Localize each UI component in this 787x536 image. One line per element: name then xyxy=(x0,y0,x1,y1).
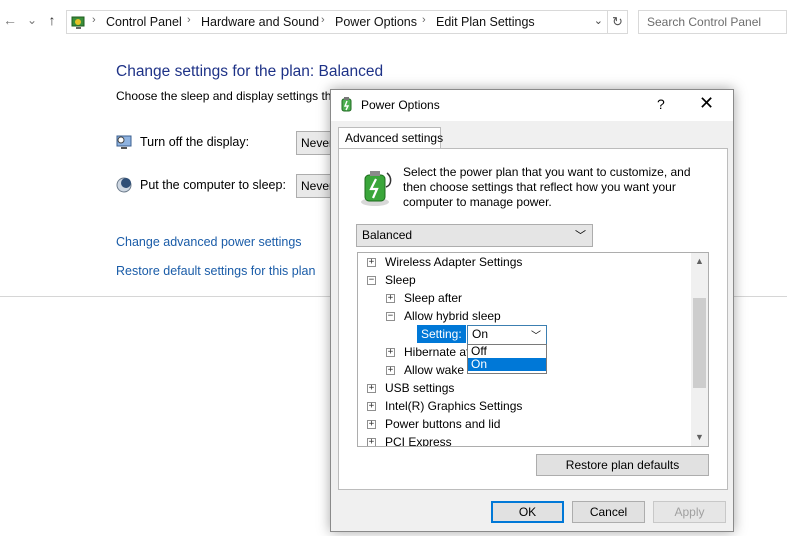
tree-item-usb-settings[interactable]: + USB settings xyxy=(367,379,454,397)
breadcrumb-separator-icon: › xyxy=(92,14,96,26)
expand-plus-icon[interactable]: + xyxy=(367,402,376,412)
breadcrumb-hardware-and-sound[interactable]: Hardware and Sound xyxy=(201,15,319,29)
scroll-up-arrow-icon[interactable]: ▲ xyxy=(691,253,708,270)
breadcrumb-power-options[interactable]: Power Options xyxy=(335,15,417,29)
power-plan-value: Balanced xyxy=(362,228,413,242)
address-bar-region: ← ⌄ ↑ › Control Panel › Hardware and Sou… xyxy=(0,0,787,44)
page-description: Choose the sleep and display settings th… xyxy=(116,89,339,103)
expand-plus-icon[interactable]: + xyxy=(386,366,395,376)
breadcrumb-separator-icon: › xyxy=(321,14,325,26)
address-box[interactable]: › Control Panel › Hardware and Sound › P… xyxy=(66,10,608,34)
tab-advanced-settings[interactable]: Advanced settings xyxy=(338,127,443,149)
breadcrumb-separator-icon: › xyxy=(422,14,426,26)
page-title: Change settings for the plan: Balanced xyxy=(116,63,384,80)
option-on[interactable]: On xyxy=(468,358,546,371)
setting-options-list[interactable]: Off On xyxy=(467,344,547,374)
cancel-button[interactable]: Cancel xyxy=(572,501,645,523)
chevron-down-icon: ﹀ xyxy=(575,230,586,242)
recent-locations-chevron-icon[interactable]: ⌄ xyxy=(24,10,40,30)
tree-item-label: Allow wake xyxy=(404,363,465,377)
tree-item-wireless-adapter-settings[interactable]: + Wireless Adapter Settings xyxy=(367,253,522,271)
ok-button[interactable]: OK xyxy=(491,501,564,523)
chevron-down-icon: ﹀ xyxy=(531,331,541,342)
sleep-label: Put the computer to sleep: xyxy=(140,178,286,192)
apply-button[interactable]: Apply xyxy=(653,501,726,523)
dialog-title: Power Options xyxy=(361,98,440,112)
scroll-down-arrow-icon[interactable]: ▼ xyxy=(691,429,708,446)
tree-item-label: Sleep xyxy=(385,273,416,287)
intro-text: Select the power plan that you want to c… xyxy=(403,165,691,209)
breadcrumb-edit-plan-settings[interactable]: Edit Plan Settings xyxy=(436,15,535,29)
expand-plus-icon[interactable]: + xyxy=(386,294,395,304)
expand-plus-icon[interactable]: + xyxy=(367,438,376,446)
advanced-power-settings-link[interactable]: Change advanced power settings xyxy=(116,235,302,249)
tree-item-label: Sleep after xyxy=(404,291,463,305)
help-icon[interactable]: ? xyxy=(657,96,665,112)
restore-default-settings-link[interactable]: Restore default settings for this plan xyxy=(116,264,315,278)
power-options-icon xyxy=(341,97,352,112)
expand-plus-icon[interactable]: + xyxy=(367,420,376,430)
close-icon[interactable]: ✕ xyxy=(699,93,714,114)
collapse-minus-icon[interactable]: − xyxy=(386,312,395,322)
expand-plus-icon[interactable]: + xyxy=(386,348,395,358)
tree-item-label: Intel(R) Graphics Settings xyxy=(385,399,523,413)
control-panel-icon xyxy=(71,16,85,29)
scroll-thumb[interactable] xyxy=(693,298,706,388)
setting-label: Setting: xyxy=(417,325,466,343)
tree-item-label: PCI Express xyxy=(385,435,452,447)
tree-item-allow-hybrid-sleep[interactable]: − Allow hybrid sleep xyxy=(386,307,501,325)
tree-item-sleep-after[interactable]: + Sleep after xyxy=(386,289,462,307)
breadcrumb-separator-icon: › xyxy=(187,14,191,26)
setting-value: On xyxy=(472,327,489,341)
tree-item-intel-graphics-settings[interactable]: + Intel(R) Graphics Settings xyxy=(367,397,522,415)
dialog-titlebar[interactable]: Power Options ? ✕ xyxy=(331,90,733,121)
expand-plus-icon[interactable]: + xyxy=(367,384,376,394)
tree-item-power-buttons-and-lid[interactable]: + Power buttons and lid xyxy=(367,415,500,433)
tree-item-hibernate-after[interactable]: + Hibernate af xyxy=(386,343,469,361)
hybrid-sleep-setting-select[interactable]: On ﹀ xyxy=(467,325,547,345)
tree-item-label: Wireless Adapter Settings xyxy=(385,255,523,269)
address-dropdown-chevron-icon[interactable]: ⌄ xyxy=(594,14,603,27)
settings-tree[interactable]: + Wireless Adapter Settings − Sleep + Sleep… xyxy=(357,252,709,447)
breadcrumb-control-panel[interactable]: Control Panel xyxy=(106,15,182,29)
tree-item-sleep[interactable]: − Sleep xyxy=(367,271,416,289)
tree-item-pci-express[interactable]: + PCI Express xyxy=(367,433,452,447)
up-arrow-icon[interactable]: ↑ xyxy=(44,10,60,30)
expand-plus-icon[interactable]: + xyxy=(367,258,376,268)
battery-plug-icon xyxy=(361,171,392,206)
power-options-dialog: Power Options ? ✕ Advanced settings Sele… xyxy=(330,89,734,532)
restore-plan-defaults-button[interactable]: Restore plan defaults xyxy=(536,454,709,476)
tree-scrollbar[interactable]: ▲ ▼ xyxy=(691,253,708,446)
display-icon xyxy=(116,135,132,149)
back-arrow-icon[interactable]: ← xyxy=(2,10,18,30)
tree-item-label: Power buttons and lid xyxy=(385,417,501,431)
advanced-settings-panel: Select the power plan that you want to c… xyxy=(338,148,728,490)
sleep-moon-icon xyxy=(116,177,132,193)
power-plan-select[interactable]: Balanced ﹀ xyxy=(356,224,593,247)
search-input[interactable]: Search Control Panel xyxy=(638,10,787,34)
refresh-icon[interactable]: ↻ xyxy=(608,10,628,34)
collapse-minus-icon[interactable]: − xyxy=(367,276,376,286)
tree-item-label: Allow hybrid sleep xyxy=(404,309,501,323)
tree-item-label: USB settings xyxy=(385,381,455,395)
tree-item-label: Hibernate af xyxy=(404,345,470,359)
display-label: Turn off the display: xyxy=(140,135,250,149)
